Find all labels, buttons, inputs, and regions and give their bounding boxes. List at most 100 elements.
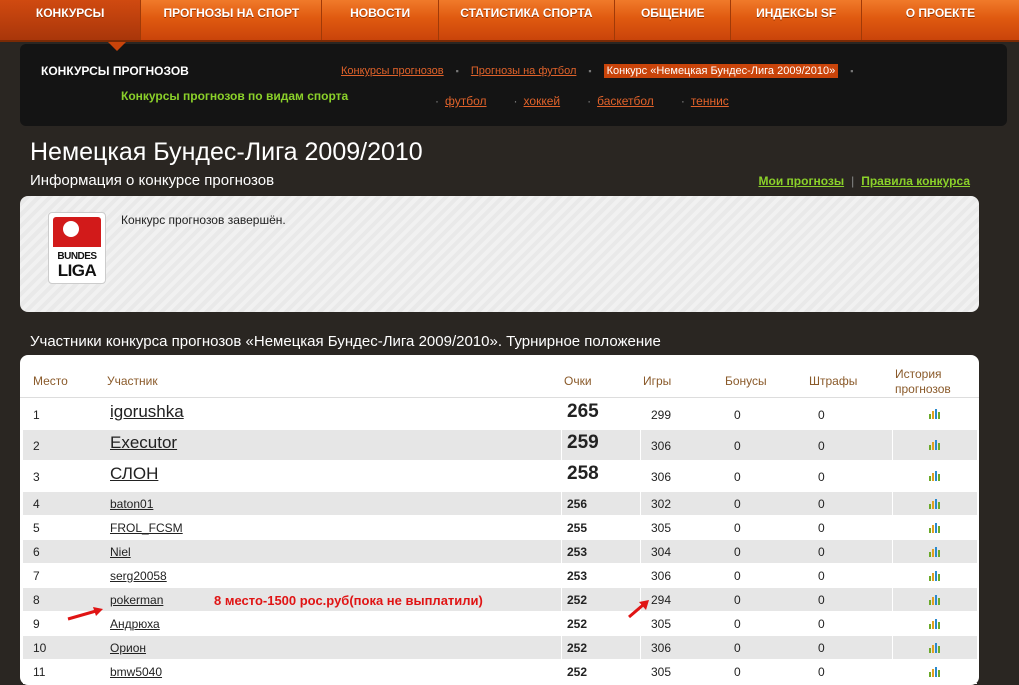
cell-penalty: 0: [818, 521, 825, 535]
column-divider: [561, 430, 562, 460]
column-divider: [640, 430, 641, 460]
cell-games: 305: [651, 617, 672, 631]
nav-community[interactable]: ОБЩЕНИЕ: [615, 0, 732, 40]
participant-link[interactable]: Executor: [110, 433, 177, 453]
participant-link[interactable]: pokerman: [110, 593, 163, 607]
table-row: 10 Орион 252 306 0 0: [23, 636, 977, 660]
col-points: Очки: [564, 374, 592, 388]
participant-link[interactable]: serg20058: [110, 569, 167, 583]
column-divider: [640, 564, 641, 587]
breadcrumb-contests[interactable]: Конкурсы прогнозов: [341, 65, 444, 77]
cell-points: 252: [567, 641, 588, 655]
cell-bonus: 0: [734, 470, 741, 484]
col-games: Игры: [643, 374, 672, 388]
history-chart-icon[interactable]: [929, 409, 941, 419]
sports-links: футбол хоккей баскетбол теннис: [435, 94, 756, 108]
nav-indexes[interactable]: ИНДЕКСЫ SF: [731, 0, 862, 40]
column-divider: [640, 516, 641, 539]
table-row: 3 СЛОН 258 306 0 0: [23, 461, 977, 492]
column-divider: [561, 564, 562, 587]
sport-link-basketball[interactable]: баскетбол: [587, 94, 654, 108]
cell-place: 8: [33, 593, 40, 607]
history-chart-icon[interactable]: [929, 595, 941, 605]
active-pointer: [108, 42, 126, 51]
history-chart-icon[interactable]: [929, 440, 941, 450]
cell-games: 306: [651, 569, 672, 583]
column-divider: [561, 399, 562, 429]
sport-link-hockey[interactable]: хоккей: [514, 94, 561, 108]
column-divider: [640, 660, 641, 683]
sports-contests-title: Конкурсы прогнозов по видам спорта: [121, 89, 349, 103]
nav-contests[interactable]: КОНКУРСЫ: [0, 0, 142, 40]
participant-link[interactable]: Орион: [110, 641, 146, 655]
participant-link[interactable]: СЛОН: [110, 464, 158, 484]
nav-statistics[interactable]: СТАТИСТИКА СПОРТА: [439, 0, 615, 40]
table-row: 7 serg20058 253 306 0 0: [23, 564, 977, 588]
cell-penalty: 0: [818, 665, 825, 679]
cell-place: 6: [33, 545, 40, 559]
cell-points: 258: [567, 463, 599, 484]
cell-bonus: 0: [734, 569, 741, 583]
table-row: 6 Niel 253 304 0 0: [23, 540, 977, 564]
cell-place: 4: [33, 497, 40, 511]
table-row: 2 Executor 259 306 0 0: [23, 430, 977, 461]
cell-penalty: 0: [818, 408, 825, 422]
participant-link[interactable]: baton01: [110, 497, 153, 511]
cell-bonus: 0: [734, 439, 741, 453]
history-chart-icon[interactable]: [929, 619, 941, 629]
nav-news[interactable]: НОВОСТИ: [322, 0, 439, 40]
column-divider: [892, 612, 893, 635]
column-divider: [640, 492, 641, 515]
cell-penalty: 0: [818, 641, 825, 655]
sport-link-tennis[interactable]: теннис: [681, 94, 729, 108]
history-chart-icon[interactable]: [929, 547, 941, 557]
history-chart-icon[interactable]: [929, 499, 941, 509]
breadcrumb-current: Конкурс «Немецкая Бундес-Лига 2009/2010»: [603, 64, 839, 78]
history-chart-icon[interactable]: [929, 643, 941, 653]
participant-link[interactable]: Андрюха: [110, 617, 160, 631]
cell-points: 256: [567, 497, 588, 511]
sport-link-football[interactable]: футбол: [435, 94, 487, 108]
cell-place: 5: [33, 521, 40, 535]
column-divider: [640, 636, 641, 659]
cell-place: 10: [33, 641, 47, 655]
nav-about[interactable]: О ПРОЕКТЕ: [862, 0, 1019, 40]
annotation-arrow-right: [628, 600, 649, 619]
history-chart-icon[interactable]: [929, 523, 941, 533]
cell-bonus: 0: [734, 497, 741, 511]
nav-forecasts[interactable]: ПРОГНОЗЫ НА СПОРТ: [141, 0, 323, 40]
participant-link[interactable]: igorushka: [110, 402, 184, 422]
participant-link[interactable]: FROL_FCSM: [110, 521, 183, 535]
page-subtitle: Информация о конкурсе прогнозов: [30, 172, 275, 189]
standings-title: Участники конкурса прогнозов «Немецкая Б…: [30, 333, 661, 350]
cell-games: 306: [651, 439, 672, 453]
breadcrumb-separator: ▪: [588, 66, 592, 76]
cell-games: 306: [651, 470, 672, 484]
my-forecasts-link[interactable]: Мои прогнозы: [759, 174, 845, 188]
table-row: 8 pokerman 252 294 0 0: [23, 588, 977, 612]
column-divider: [892, 564, 893, 587]
cell-penalty: 0: [818, 593, 825, 607]
cell-penalty: 0: [818, 617, 825, 631]
column-divider: [892, 516, 893, 539]
column-divider: [892, 430, 893, 460]
cell-place: 2: [33, 439, 40, 453]
col-history: История: [895, 367, 942, 381]
column-divider: [561, 461, 562, 491]
contest-rules-link[interactable]: Правила конкурса: [861, 174, 970, 188]
annotation-arrow-left: [67, 607, 103, 621]
breadcrumb-football[interactable]: Прогнозы на футбол: [471, 65, 577, 77]
subnav-panel: КОНКУРСЫ ПРОГНОЗОВ Конкурсы прогнозов по…: [20, 42, 1007, 126]
logo-player-icon: [63, 221, 79, 237]
cell-points: 252: [567, 665, 588, 679]
cell-games: 304: [651, 545, 672, 559]
participant-link[interactable]: Niel: [110, 545, 131, 559]
cell-penalty: 0: [818, 569, 825, 583]
cell-points: 255: [567, 521, 588, 535]
history-chart-icon[interactable]: [929, 471, 941, 481]
participant-link[interactable]: bmw5040: [110, 665, 162, 679]
column-divider: [892, 588, 893, 611]
column-divider: [561, 660, 562, 683]
history-chart-icon[interactable]: [929, 571, 941, 581]
cell-penalty: 0: [818, 545, 825, 559]
